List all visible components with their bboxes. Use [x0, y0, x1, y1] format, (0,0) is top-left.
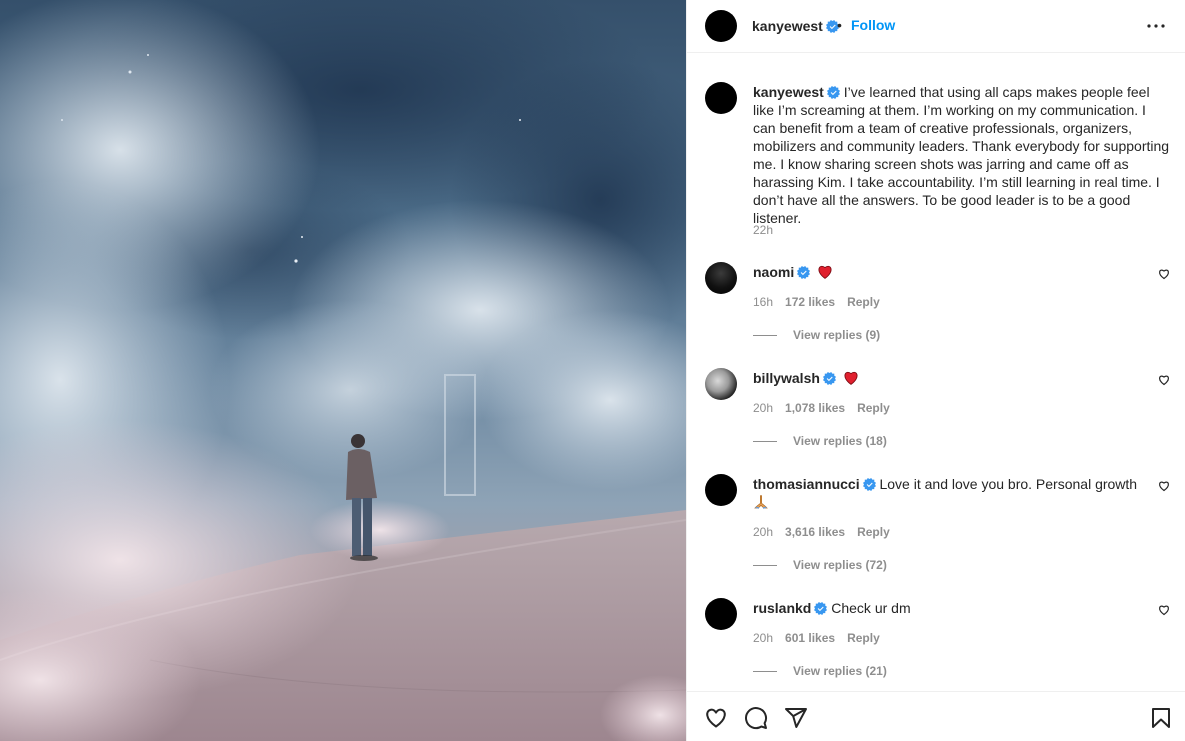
reply-button[interactable]: Reply: [857, 525, 890, 539]
view-replies-label[interactable]: View replies (72): [793, 558, 887, 572]
verified-badge-icon: [814, 602, 828, 615]
comment-meta: 20h 601 likes Reply: [753, 631, 892, 645]
author-username-text[interactable]: kanyewest: [752, 18, 823, 34]
commenter-avatar[interactable]: [705, 368, 737, 400]
comment-likes[interactable]: 601 likes: [785, 631, 835, 645]
replies-line: [753, 441, 777, 443]
folded-hands-emoji-icon: [754, 495, 768, 509]
commenter-username[interactable]: billywalsh: [753, 370, 820, 386]
comment-likes[interactable]: 172 likes: [785, 295, 835, 309]
more-options-icon[interactable]: [1144, 16, 1168, 36]
comment-meta: 20h 3,616 likes Reply: [753, 525, 902, 539]
paper-plane-icon[interactable]: [784, 706, 808, 730]
comment-like-heart-icon[interactable]: [1158, 374, 1170, 386]
commenter-username[interactable]: ruslankd: [753, 600, 811, 616]
post-image[interactable]: [0, 0, 686, 741]
reply-button[interactable]: Reply: [847, 295, 880, 309]
reply-button[interactable]: Reply: [857, 401, 890, 415]
comment-meta: 16h 172 likes Reply: [753, 295, 892, 309]
caption-body: I’ve learned that using all caps makes p…: [753, 84, 1170, 226]
commenter-username[interactable]: thomasiannucci: [753, 476, 860, 492]
comment-body: Love it and love you bro. Personal growt…: [879, 476, 1138, 492]
verified-badge-icon: [797, 266, 811, 279]
comment-text: naomi: [753, 263, 1138, 281]
comment-text: thomasiannucci Love it and love you bro.…: [753, 475, 1138, 511]
post-panel: kanyewest • Follow kanyewest I’ve learne…: [686, 0, 1185, 741]
bookmark-icon[interactable]: [1149, 706, 1173, 730]
comment-bubble-icon[interactable]: [744, 706, 768, 730]
replies-line: [753, 671, 777, 673]
replies-line: [753, 335, 777, 337]
caption-author-username[interactable]: kanyewest: [753, 84, 824, 100]
comment-time[interactable]: 20h: [753, 401, 773, 415]
comment-like-heart-icon[interactable]: [1158, 268, 1170, 280]
comment-likes[interactable]: 1,078 likes: [785, 401, 845, 415]
commenter-avatar[interactable]: [705, 262, 737, 294]
view-replies-label[interactable]: View replies (9): [793, 328, 880, 342]
view-replies-button[interactable]: View replies (72): [753, 558, 887, 572]
caption-author-avatar[interactable]: [705, 82, 737, 114]
view-replies-label[interactable]: View replies (18): [793, 434, 887, 448]
commenter-avatar[interactable]: [705, 474, 737, 506]
comment-body: Check ur dm: [831, 600, 911, 616]
post-action-bar: [687, 691, 1185, 741]
red-heart-emoji-icon: [844, 371, 858, 385]
comment-text: ruslankd Check ur dm: [753, 599, 1138, 617]
verified-badge-icon: [822, 372, 836, 385]
verified-badge-icon: [862, 478, 876, 491]
view-replies-button[interactable]: View replies (18): [753, 434, 887, 448]
comment-likes[interactable]: 3,616 likes: [785, 525, 845, 539]
author-username[interactable]: kanyewest: [752, 18, 839, 34]
commenter-avatar[interactable]: [705, 598, 737, 630]
comment-meta: 20h 1,078 likes Reply: [753, 401, 902, 415]
commenter-username[interactable]: naomi: [753, 264, 794, 280]
post-header: kanyewest • Follow: [687, 0, 1185, 53]
replies-line: [753, 565, 777, 567]
author-avatar[interactable]: [705, 10, 737, 42]
follow-button[interactable]: Follow: [851, 17, 895, 33]
view-replies-button[interactable]: View replies (21): [753, 664, 887, 678]
comment-like-heart-icon[interactable]: [1158, 604, 1170, 616]
comment-like-heart-icon[interactable]: [1158, 480, 1170, 492]
view-replies-label[interactable]: View replies (21): [793, 664, 887, 678]
comment-text: billywalsh: [753, 369, 1138, 387]
comment-time[interactable]: 20h: [753, 525, 773, 539]
post-image-scene: [0, 0, 686, 741]
header-separator: •: [837, 17, 842, 33]
caption-timestamp[interactable]: 22h: [753, 223, 773, 237]
heart-outline-icon[interactable]: [704, 706, 728, 730]
caption-text: kanyewest I’ve learned that using all ca…: [753, 83, 1170, 227]
comment-time[interactable]: 16h: [753, 295, 773, 309]
verified-badge-icon: [826, 86, 840, 99]
view-replies-button[interactable]: View replies (9): [753, 328, 880, 342]
red-heart-emoji-icon: [818, 265, 832, 279]
comment-time[interactable]: 20h: [753, 631, 773, 645]
reply-button[interactable]: Reply: [847, 631, 880, 645]
